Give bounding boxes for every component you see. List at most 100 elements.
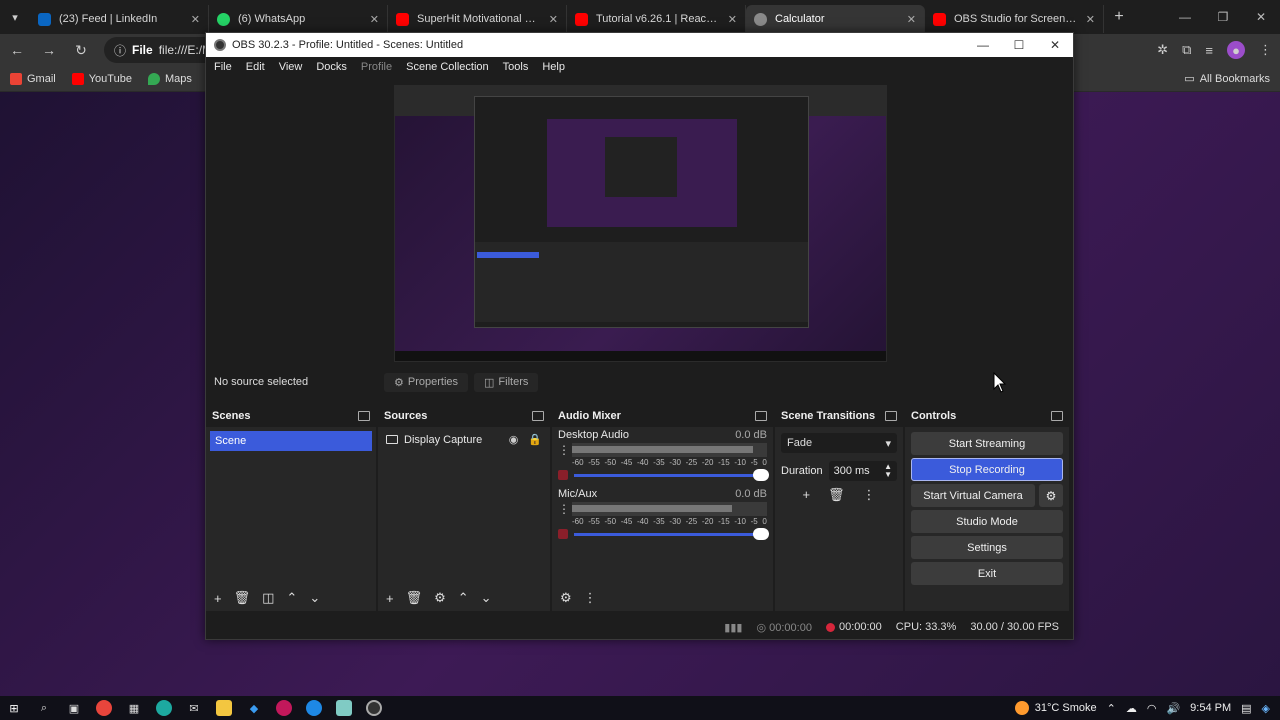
browser-tab-active[interactable]: Calculator ✕ [746, 5, 925, 33]
menu-view[interactable]: View [279, 61, 303, 73]
task-view-icon[interactable]: ▣ [66, 700, 82, 716]
duration-spinbox[interactable]: 300 ms ▲ ▼ [828, 461, 897, 481]
trash-icon[interactable]: 🗑 [828, 487, 845, 503]
bookmark-maps[interactable]: Maps [147, 72, 192, 85]
stop-recording-button[interactable]: Stop Recording [911, 458, 1063, 481]
filter-icon[interactable]: ◫ [262, 590, 274, 606]
start-virtual-camera-button[interactable]: Start Virtual Camera [911, 484, 1035, 507]
clock[interactable]: 9:54 PM [1190, 702, 1231, 714]
more-icon[interactable]: ⋮ [863, 487, 876, 503]
close-tab-icon[interactable]: ✕ [191, 13, 200, 26]
skype-icon[interactable] [306, 700, 322, 716]
windows-start-icon[interactable]: ⊞ [6, 700, 22, 716]
mixer-menu-icon[interactable]: ⋮ [584, 590, 597, 606]
move-down-icon[interactable]: ⌄ [309, 590, 320, 606]
chevron-up-icon[interactable]: ⌃ [1107, 702, 1116, 715]
forward-icon[interactable]: → [40, 42, 58, 58]
start-streaming-button[interactable]: Start Streaming [911, 432, 1063, 455]
search-icon[interactable]: ⌕ [36, 700, 52, 716]
obs-taskbar-icon[interactable] [366, 700, 382, 716]
undock-icon[interactable] [532, 411, 544, 421]
reload-icon[interactable]: ↻ [72, 42, 90, 59]
app-icon[interactable] [276, 700, 292, 716]
close-tab-icon[interactable]: ✕ [907, 13, 916, 26]
menu-tools[interactable]: Tools [503, 61, 529, 73]
bookmark-gmail[interactable]: Gmail [10, 72, 56, 85]
all-bookmarks-button[interactable]: ▭ All Bookmarks [1184, 72, 1270, 86]
bookmark-youtube[interactable]: YouTube [71, 72, 132, 85]
extension-icon[interactable]: ✲ [1157, 42, 1168, 58]
gear-icon[interactable]: ⚙ [1039, 484, 1063, 507]
notification-icon[interactable]: ▤ [1241, 702, 1251, 715]
browser-tab[interactable]: Tutorial v6.26.1 | React Rout ✕ [567, 5, 746, 33]
menu-edit[interactable]: Edit [246, 61, 265, 73]
browser-tab[interactable]: SuperHit Motivational Nashe ✕ [388, 5, 567, 33]
weather-widget[interactable]: 31°C Smoke [1014, 701, 1097, 715]
close-tab-icon[interactable]: ✕ [549, 13, 558, 26]
spin-arrows-icon[interactable]: ▲ ▼ [884, 463, 892, 479]
media-icon[interactable]: ≡ [1205, 43, 1213, 58]
menu-help[interactable]: Help [542, 61, 565, 73]
copilot-icon[interactable]: ◈ [1262, 702, 1270, 715]
add-icon[interactable]: + [386, 591, 394, 606]
browser-tab[interactable]: (6) WhatsApp ✕ [209, 5, 388, 33]
trash-icon[interactable]: 🗑 [406, 590, 423, 606]
menu-scene-collection[interactable]: Scene Collection [406, 61, 489, 73]
undock-icon[interactable] [358, 411, 370, 421]
slider-knob[interactable] [753, 527, 769, 540]
browser-tab[interactable]: (23) Feed | LinkedIn ✕ [30, 5, 209, 33]
undock-icon[interactable] [885, 411, 897, 421]
settings-button[interactable]: Settings [911, 536, 1063, 559]
minimize-icon[interactable]: — [1166, 10, 1204, 24]
menu-icon[interactable]: ⋮ [1259, 42, 1272, 58]
file-explorer-icon[interactable] [216, 700, 232, 716]
profile-avatar[interactable]: ● [1227, 41, 1245, 59]
mute-icon[interactable] [558, 529, 568, 539]
volume-icon[interactable]: 🔊 [1166, 702, 1180, 715]
menu-docks[interactable]: Docks [316, 61, 347, 73]
new-tab-button[interactable]: + [1104, 8, 1134, 26]
gear-icon[interactable]: ⚙ [434, 590, 446, 606]
slider-knob[interactable] [753, 468, 769, 481]
undock-icon[interactable] [1051, 411, 1063, 421]
notepad-icon[interactable] [336, 700, 352, 716]
move-up-icon[interactable]: ⌃ [458, 590, 469, 606]
menu-file[interactable]: File [214, 61, 232, 73]
maximize-icon[interactable]: ☐ [1001, 38, 1037, 52]
close-tab-icon[interactable]: ✕ [1086, 13, 1095, 26]
move-up-icon[interactable]: ⌃ [286, 590, 297, 606]
eye-icon[interactable]: ◉ [509, 433, 519, 446]
onedrive-icon[interactable]: ☁ [1126, 702, 1137, 715]
program-preview[interactable] [394, 85, 887, 362]
advanced-audio-icon[interactable]: ⚙ [560, 590, 572, 606]
store-icon[interactable]: ▦ [126, 700, 142, 716]
scene-item[interactable]: Scene [210, 431, 372, 451]
trash-icon[interactable]: 🗑 [234, 590, 251, 606]
maximize-icon[interactable]: ❐ [1204, 10, 1242, 24]
puzzle-icon[interactable]: ⧉ [1182, 42, 1191, 58]
transition-select[interactable]: Fade ▾ [781, 433, 897, 453]
back-icon[interactable]: ← [8, 42, 26, 58]
add-icon[interactable]: + [214, 591, 222, 606]
exit-button[interactable]: Exit [911, 562, 1063, 585]
add-icon[interactable]: + [802, 487, 810, 503]
channel-menu-icon[interactable]: ⋮ [558, 443, 570, 457]
wifi-icon[interactable]: ◠ [1147, 702, 1157, 715]
lock-icon[interactable]: 🔒 [528, 433, 542, 446]
source-item[interactable]: Display Capture ◉ 🔒 [378, 429, 550, 450]
filters-button[interactable]: ◫ Filters [474, 372, 539, 392]
minimize-icon[interactable]: — [965, 38, 1001, 52]
channel-menu-icon[interactable]: ⋮ [558, 502, 570, 516]
move-down-icon[interactable]: ⌄ [481, 590, 492, 606]
close-tab-icon[interactable]: ✕ [370, 13, 379, 26]
close-icon[interactable]: ✕ [1037, 38, 1073, 52]
vscode-icon[interactable]: ◆ [246, 700, 262, 716]
chrome-icon[interactable] [96, 700, 112, 716]
close-icon[interactable]: ✕ [1242, 10, 1280, 24]
browser-tab[interactable]: OBS Studio for Screen Reco ✕ [925, 5, 1104, 33]
volume-slider[interactable] [574, 527, 769, 540]
close-tab-icon[interactable]: ✕ [728, 13, 737, 26]
volume-slider[interactable] [574, 468, 769, 481]
menu-profile[interactable]: Profile [361, 61, 392, 73]
properties-button[interactable]: ⚙ Properties [384, 372, 469, 392]
